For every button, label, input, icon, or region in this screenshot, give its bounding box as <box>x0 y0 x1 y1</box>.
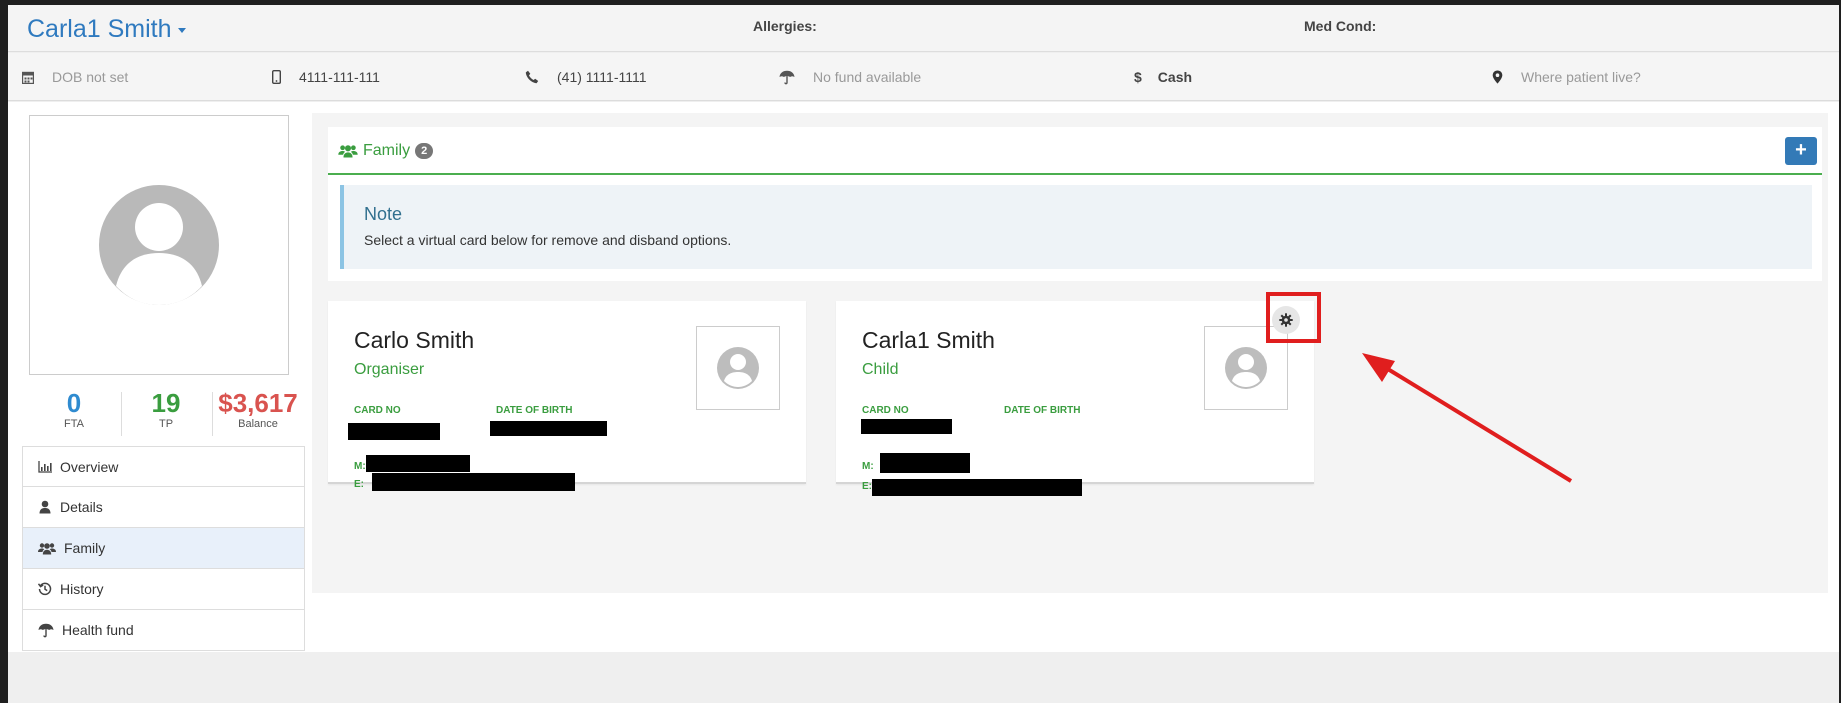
chart-icon <box>38 460 52 473</box>
nav-item-family[interactable]: Family <box>22 528 305 569</box>
payment-info[interactable]: $ Cash <box>1134 69 1192 85</box>
card-avatar <box>696 326 780 410</box>
patient-header: Carla1 Smith Allergies: Med Cond: <box>8 5 1839 52</box>
calendar-icon <box>22 71 34 84</box>
stat-label: FTA <box>64 418 84 430</box>
stat-tp: 19 TP <box>121 388 211 430</box>
stat-value: 19 <box>151 388 181 418</box>
stat-value: 0 <box>66 388 82 418</box>
patient-avatar[interactable] <box>29 115 289 375</box>
dollar-icon: $ <box>1134 69 1142 85</box>
med-cond-label: Med Cond: <box>1304 18 1377 34</box>
dob-label: DATE OF BIRTH <box>1004 405 1081 416</box>
card-no-label: CARD NO <box>354 405 401 416</box>
annotation-highlight-box <box>1266 292 1321 343</box>
stat-label: Balance <box>238 418 278 430</box>
phone-info[interactable]: (41) 1111-1111 <box>525 69 647 85</box>
users-icon <box>38 542 56 554</box>
redacted-mobile <box>366 455 470 472</box>
patient-stats: 0 FTA 19 TP $3,617 Balance <box>29 388 301 438</box>
address-info[interactable]: Where patient live? <box>1492 69 1641 85</box>
users-icon <box>338 145 358 158</box>
redacted-email <box>372 473 575 491</box>
redacted-dob <box>490 421 607 436</box>
app-frame: Carla1 Smith Allergies: Med Cond: DOB no… <box>8 5 1839 703</box>
stat-value: $3,617 <box>218 388 298 418</box>
umbrella-icon <box>779 70 795 84</box>
dob-label: DATE OF BIRTH <box>496 405 573 416</box>
email-label: E: <box>354 479 364 490</box>
caret-down-icon <box>177 27 186 33</box>
mobile-label: M: <box>354 461 366 472</box>
mobile-icon <box>272 70 281 84</box>
redacted-mobile <box>880 453 970 473</box>
patient-name: Carla1 Smith <box>27 15 172 43</box>
nav-item-history[interactable]: History <box>22 569 305 610</box>
redacted-email <box>872 479 1082 496</box>
history-icon <box>38 582 52 596</box>
nav-item-health-fund[interactable]: Health fund <box>22 610 305 651</box>
phone-value: (41) 1111-1111 <box>557 69 647 85</box>
allergies-label: Allergies: <box>753 18 817 34</box>
patient-name-dropdown[interactable]: Carla1 Smith <box>27 15 186 44</box>
address-value: Where patient live? <box>1521 69 1641 85</box>
nav-label: History <box>60 581 104 597</box>
user-avatar-icon <box>99 185 219 305</box>
card-name: Carla1 Smith <box>862 327 995 353</box>
annotation-arrow <box>1362 353 1573 483</box>
card-name: Carlo Smith <box>354 327 475 353</box>
note-callout: Note Select a virtual card below for rem… <box>340 185 1812 269</box>
user-icon <box>39 500 51 514</box>
card-role: Organiser <box>354 361 425 378</box>
nav-label: Details <box>60 499 103 515</box>
family-count-badge: 2 <box>415 143 434 159</box>
redacted-card-no <box>861 419 952 434</box>
nav-label: Health fund <box>62 622 134 638</box>
dob-info[interactable]: DOB not set <box>22 69 128 85</box>
family-card-organiser[interactable]: Carlo Smith Organiser CARD NO DATE OF BI… <box>328 301 806 491</box>
note-title: Note <box>364 204 403 224</box>
nav-item-details[interactable]: Details <box>22 487 305 528</box>
phone-icon <box>525 70 539 84</box>
family-title: Family 2 <box>338 142 434 160</box>
payment-value: Cash <box>1157 69 1193 85</box>
umbrella-icon <box>38 623 54 637</box>
map-marker-icon <box>1492 70 1503 84</box>
family-card-child[interactable]: Carla1 Smith Child CARD NO DATE OF BIRTH… <box>836 301 1314 496</box>
mobile-label: M: <box>862 461 874 472</box>
add-family-member-button[interactable]: + <box>1785 137 1817 165</box>
nav-label: Overview <box>60 458 119 475</box>
card-role: Child <box>862 361 899 378</box>
family-header: Family 2 + <box>328 127 1822 175</box>
card-no-label: CARD NO <box>862 405 909 416</box>
nav-item-overview[interactable]: Overview <box>22 446 305 487</box>
email-label: E: <box>862 481 872 492</box>
patient-info-bar: DOB not set 4111-111-111 (41) 1111-1111 … <box>8 53 1839 101</box>
dob-value: DOB not set <box>52 69 129 85</box>
user-avatar-icon <box>717 347 759 389</box>
stat-label: TP <box>158 418 174 430</box>
fund-value: No fund available <box>813 69 922 85</box>
nav-label: Family <box>64 540 106 556</box>
family-title-text: Family <box>363 142 411 159</box>
mobile-value: 4111-111-111 <box>299 69 380 85</box>
note-text: Select a virtual card below for remove a… <box>364 232 732 248</box>
fund-info[interactable]: No fund available <box>779 69 921 85</box>
patient-nav: Overview Details Family History Health f… <box>22 446 305 651</box>
mobile-info[interactable]: 4111-111-111 <box>272 69 380 85</box>
note-container: Note Select a virtual card below for rem… <box>328 175 1822 281</box>
user-avatar-icon <box>1225 347 1267 389</box>
stat-fta: 0 FTA <box>29 388 119 430</box>
redacted-card-no <box>348 423 440 440</box>
stat-balance: $3,617 Balance <box>213 388 303 430</box>
